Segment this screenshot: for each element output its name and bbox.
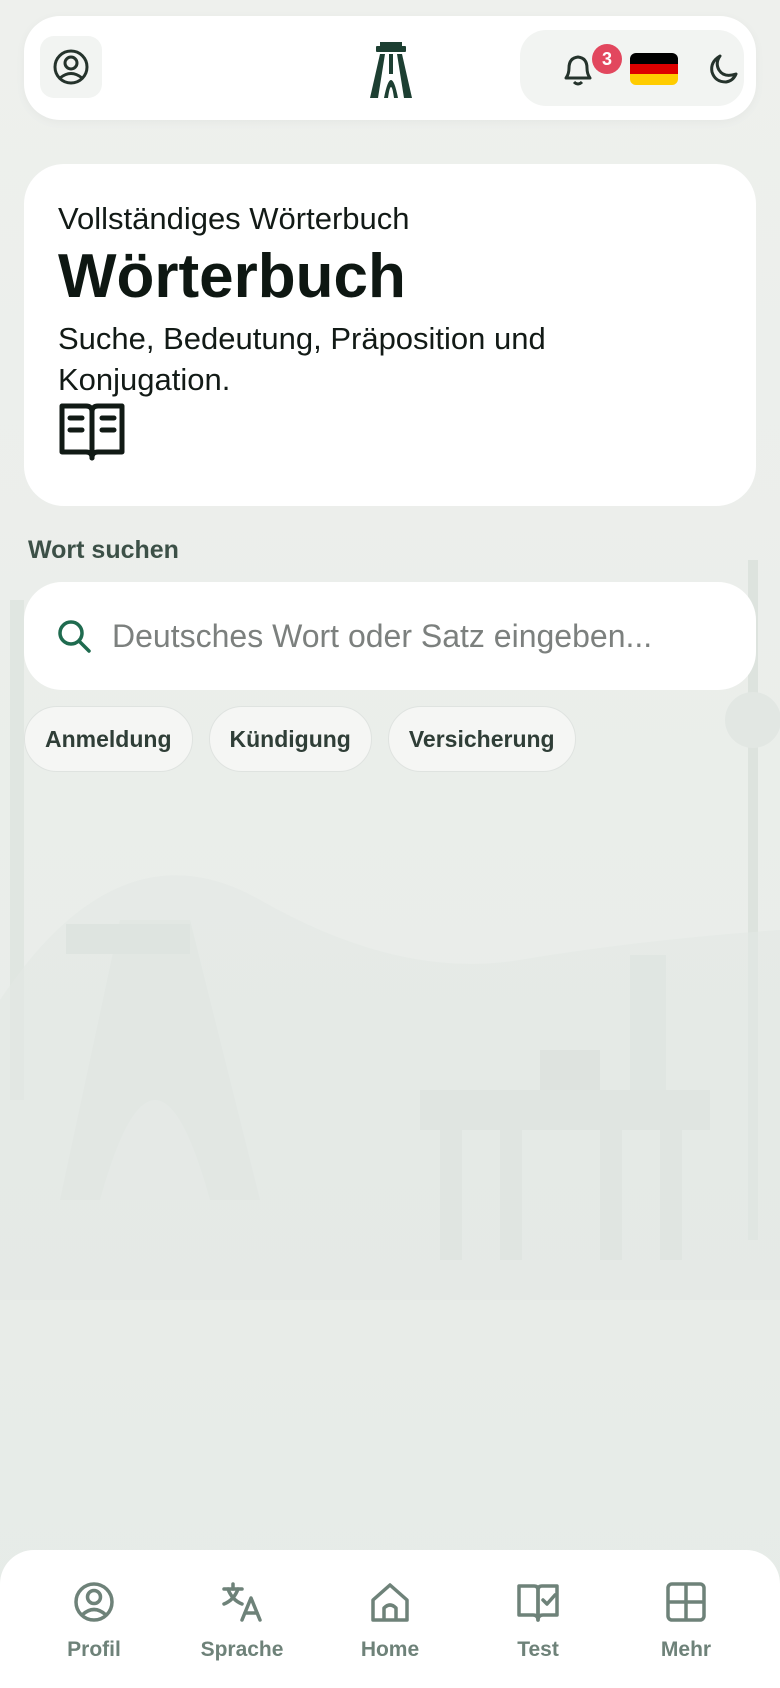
- bell-icon[interactable]: [560, 50, 596, 88]
- search-bar[interactable]: [24, 582, 756, 690]
- bottom-navigation: Profil Sprache Home Test Mehr: [0, 1550, 780, 1688]
- search-input[interactable]: [112, 617, 712, 655]
- notification-badge: 3: [592, 44, 622, 74]
- german-flag-icon[interactable]: [630, 53, 678, 85]
- home-icon: [371, 1583, 409, 1622]
- search-section-label: Wort suchen: [28, 536, 179, 564]
- nav-item-test[interactable]: Test: [473, 1580, 603, 1688]
- hero-description: Suche, Bedeutung, Präposition und Konjug…: [58, 321, 546, 397]
- nav-item-home[interactable]: Home: [325, 1580, 455, 1688]
- search-icon: [58, 620, 91, 653]
- nav-item-profil[interactable]: Profil: [29, 1580, 159, 1688]
- nav-label: Mehr: [660, 1638, 712, 1661]
- nav-label: Test: [517, 1638, 559, 1661]
- book-check-icon: [517, 1584, 559, 1622]
- translate-icon: [222, 1582, 262, 1622]
- suggestion-chips: Anmeldung Kündigung Versicherung: [24, 706, 576, 772]
- open-book-icon: [59, 403, 125, 461]
- grid-icon: [666, 1582, 706, 1622]
- page-title: Wörterbuch: [58, 242, 406, 312]
- nav-label: Sprache: [200, 1638, 284, 1661]
- moon-icon[interactable]: [706, 52, 740, 86]
- top-bar: 3: [24, 16, 756, 120]
- nav-label: Home: [360, 1638, 420, 1661]
- user-circle-icon: [53, 49, 89, 85]
- nav-label: Profil: [67, 1638, 121, 1661]
- azadi-tower-logo: [370, 42, 412, 98]
- hero-subtitle: Vollständiges Wörterbuch: [58, 201, 410, 236]
- chip-anmeldung[interactable]: Anmeldung: [24, 706, 193, 772]
- chip-versicherung[interactable]: Versicherung: [387, 706, 576, 772]
- user-circle-icon: [74, 1582, 114, 1622]
- chip-kuendigung[interactable]: Kündigung: [208, 706, 372, 772]
- profile-button[interactable]: [40, 36, 102, 98]
- dictionary-hero-card: Vollständiges Wörterbuch Wörterbuch Such…: [24, 164, 756, 506]
- nav-item-mehr[interactable]: Mehr: [621, 1580, 751, 1688]
- header-actions: 3: [520, 30, 744, 106]
- nav-item-sprache[interactable]: Sprache: [177, 1580, 307, 1688]
